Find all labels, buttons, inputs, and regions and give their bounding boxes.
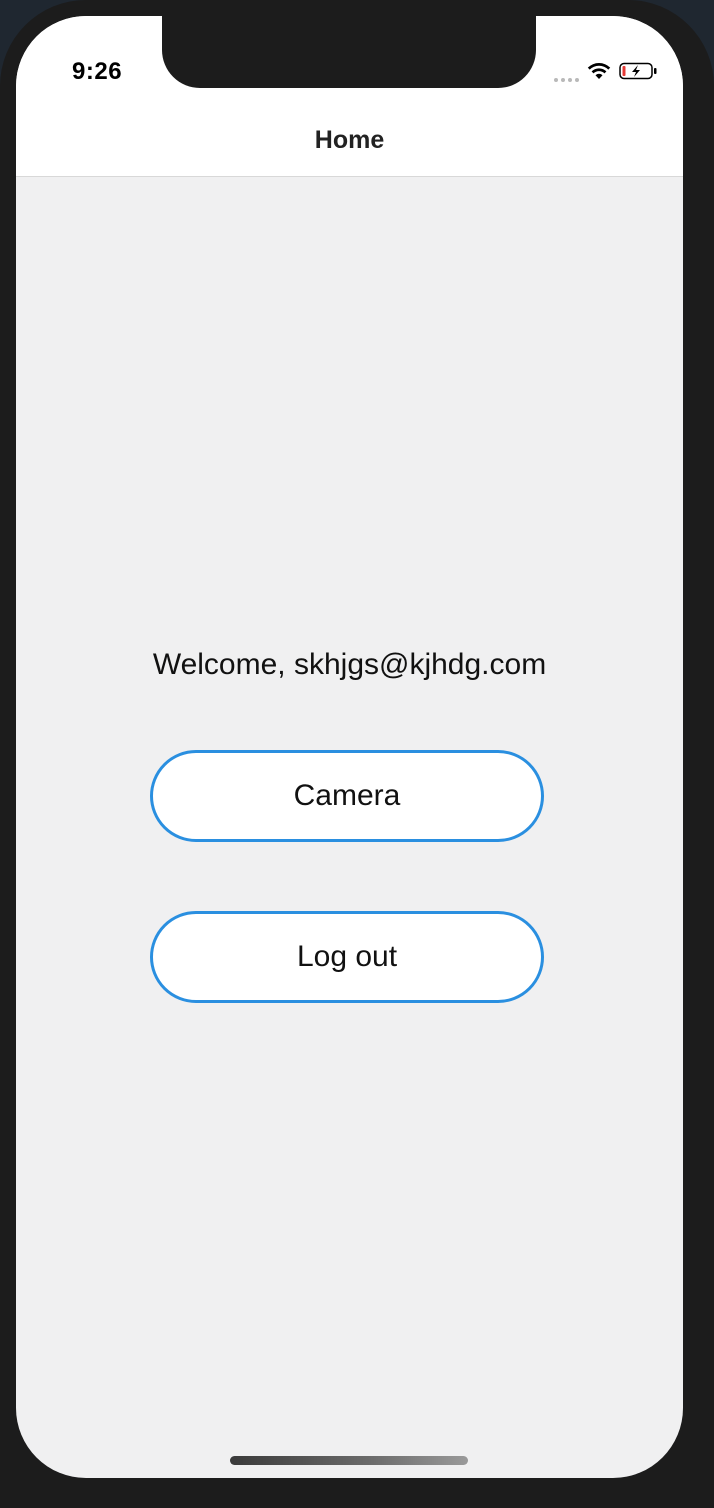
logout-button[interactable]: Log out bbox=[150, 911, 544, 1003]
device-notch bbox=[162, 16, 536, 88]
logout-button-label: Log out bbox=[296, 940, 398, 973]
page-title: Home bbox=[314, 126, 385, 154]
home-indicator[interactable] bbox=[230, 1456, 468, 1465]
battery-charging-icon bbox=[619, 62, 657, 85]
status-bar: 9:26 bbox=[16, 16, 683, 104]
camera-button-label: Camera bbox=[293, 779, 401, 812]
app-screen: 9:26 Home Welcome, skhjgs@kjhdg.com Came… bbox=[16, 16, 683, 1478]
camera-button[interactable]: Camera bbox=[150, 750, 544, 842]
welcome-message: Welcome, skhjgs@kjhdg.com bbox=[152, 648, 547, 681]
status-icons bbox=[554, 62, 657, 85]
signal-dots-icon bbox=[554, 66, 579, 82]
wifi-icon bbox=[587, 62, 611, 85]
navigation-bar: Home bbox=[16, 104, 683, 177]
status-time: 9:26 bbox=[72, 58, 123, 85]
phone-frame: 9:26 Home Welcome, skhjgs@kjhdg.com Came… bbox=[0, 0, 714, 1508]
